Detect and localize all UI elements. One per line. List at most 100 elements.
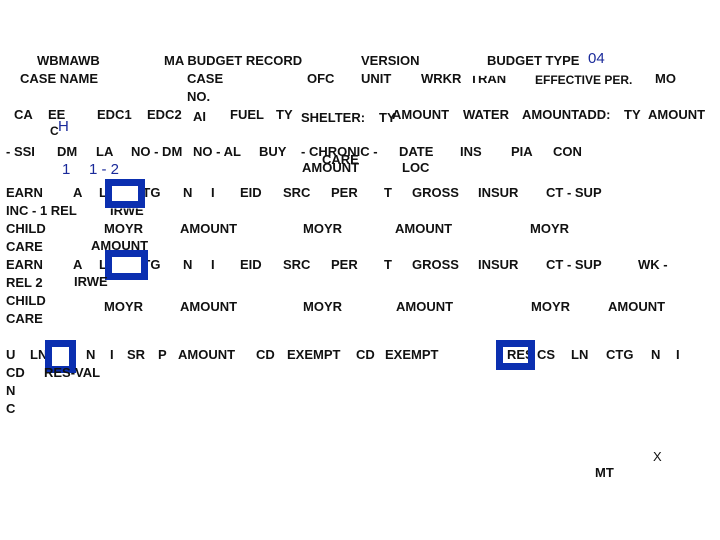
ins-label: INS bbox=[460, 144, 482, 159]
earn2-care-label: CARE bbox=[6, 311, 43, 326]
side-n-label: N bbox=[6, 383, 16, 398]
earn2-insur-label: INSUR bbox=[478, 257, 519, 272]
cd-exempt2-cd-label: CD bbox=[356, 347, 375, 362]
res-val-label: RES-VAL bbox=[44, 365, 101, 380]
cd-exempt1-label: EXEMPT bbox=[287, 347, 341, 362]
cd-exempt1-cd-label: CD bbox=[256, 347, 275, 362]
budget-type-label: BUDGET TYPE bbox=[487, 53, 580, 68]
earn2-wk-label: WK - bbox=[638, 257, 668, 272]
earn2-label: EARN bbox=[6, 257, 43, 272]
unearned-i2-label: I bbox=[676, 347, 680, 362]
effective-per-label: EFFECTIVE PER. bbox=[535, 73, 633, 87]
earn1-t-label: T bbox=[384, 185, 392, 200]
dm-value[interactable]: 1 bbox=[62, 162, 70, 177]
earn1-moyr2-label: MOYR bbox=[303, 221, 342, 236]
earn2-n-label: N bbox=[183, 257, 193, 272]
earn2-i-label: I bbox=[211, 257, 215, 272]
care-amount-label: AMOUNT bbox=[302, 160, 360, 175]
x-marker: X bbox=[653, 449, 662, 464]
earn1-ct-sup-label: CT - SUP bbox=[546, 185, 602, 200]
case-label: CASE bbox=[187, 71, 224, 86]
edc2-label: EDC2 bbox=[147, 107, 182, 122]
version-label: VERSION bbox=[361, 53, 420, 68]
no-dm-label: NO - DM bbox=[131, 144, 183, 159]
ssi-label: - SSI bbox=[6, 144, 35, 159]
la-value[interactable]: 1 - 2 bbox=[89, 162, 119, 177]
fuel-ty-label: TY bbox=[276, 107, 293, 122]
earn1-moyr3-label: MOYR bbox=[530, 221, 569, 236]
rel2-label: REL 2 bbox=[6, 275, 43, 290]
mt-label: MT bbox=[595, 465, 614, 480]
earn1-src-label: SRC bbox=[283, 185, 311, 200]
shelter-amount-label: AMOUNT bbox=[392, 107, 450, 122]
earn2-irwe-label: IRWE bbox=[74, 274, 108, 289]
date-label: DATE bbox=[399, 144, 434, 159]
earn1-moyr1-label: MOYR bbox=[104, 221, 143, 236]
earn2-ln-input[interactable] bbox=[105, 250, 148, 280]
budget-type-value[interactable]: 04 bbox=[588, 51, 605, 66]
unearned-u-label: U bbox=[6, 347, 16, 362]
wrkr-label: WRKR bbox=[421, 71, 462, 86]
earn2-eid-label: EID bbox=[240, 257, 262, 272]
water-amount-label: AMOUNT bbox=[522, 107, 580, 122]
earn1-insur-label: INSUR bbox=[478, 185, 519, 200]
earn1-label: EARN bbox=[6, 185, 43, 200]
earn2-amount1-label: AMOUNT bbox=[180, 299, 238, 314]
earn2-child-label: CHILD bbox=[6, 293, 46, 308]
unearned-p-label: P bbox=[158, 347, 167, 362]
edc1-label: EDC1 bbox=[97, 107, 132, 122]
pia-label: PIA bbox=[511, 144, 533, 159]
unearned-amount-label: AMOUNT bbox=[178, 347, 236, 362]
ofc-label: OFC bbox=[307, 71, 335, 86]
buy-label: BUY bbox=[259, 144, 287, 159]
ai-label: AI bbox=[193, 109, 206, 124]
inc-rel-label: INC - 1 REL bbox=[6, 203, 77, 218]
unearned-i-label: I bbox=[110, 347, 114, 362]
loc-label: LOC bbox=[402, 160, 430, 175]
earn2-per-label: PER bbox=[331, 257, 358, 272]
earn1-care-label: CARE bbox=[6, 239, 43, 254]
earn1-i-label: I bbox=[211, 185, 215, 200]
unearned-n-label: N bbox=[86, 347, 96, 362]
add-label: ADD: bbox=[578, 107, 611, 122]
earn1-amount1-label: AMOUNT bbox=[180, 221, 238, 236]
earn1-gross-label: GROSS bbox=[412, 185, 459, 200]
earn1-n-label: N bbox=[183, 185, 193, 200]
cd-label: CD bbox=[6, 365, 25, 380]
unearned-ln2-label: LN bbox=[571, 347, 589, 362]
fuel-label: FUEL bbox=[230, 107, 264, 122]
unit-label: UNIT bbox=[361, 71, 392, 86]
dm-label: DM bbox=[57, 144, 78, 159]
ca-label: CA bbox=[14, 107, 33, 122]
earn1-a-label: A bbox=[73, 185, 83, 200]
ee-value[interactable]: H bbox=[58, 119, 69, 134]
earn2-src-label: SRC bbox=[283, 257, 311, 272]
add-ty-label: TY bbox=[624, 107, 641, 122]
res-input[interactable] bbox=[496, 340, 535, 370]
tran-label: TRAN bbox=[470, 71, 507, 86]
no-al-label: NO - AL bbox=[193, 144, 241, 159]
shelter-label: SHELTER: bbox=[301, 110, 366, 125]
unearned-sr-label: SR bbox=[127, 347, 146, 362]
earn1-per-label: PER bbox=[331, 185, 358, 200]
earn1-ln-input[interactable] bbox=[105, 179, 145, 208]
earn2-ct-sup-label: CT - SUP bbox=[546, 257, 602, 272]
unearned-ctg-label: CTG bbox=[606, 347, 634, 362]
case-name-label: CASE NAME bbox=[20, 71, 99, 86]
earn2-moyr1-label: MOYR bbox=[104, 299, 143, 314]
cd-exempt2-label: EXEMPT bbox=[385, 347, 439, 362]
earn1-amount2-label: AMOUNT bbox=[395, 221, 453, 236]
earn2-moyr3-label: MOYR bbox=[531, 299, 570, 314]
case-no-label: NO. bbox=[187, 89, 211, 104]
add-amount-label: AMOUNT bbox=[648, 107, 706, 122]
water-label: WATER bbox=[463, 107, 509, 122]
con-label: CON bbox=[553, 144, 582, 159]
earn2-moyr2-label: MOYR bbox=[303, 299, 342, 314]
earn2-t-label: T bbox=[384, 257, 392, 272]
side-c-label: C bbox=[6, 401, 16, 416]
unearned-n2-label: N bbox=[651, 347, 661, 362]
earn1-eid-label: EID bbox=[240, 185, 262, 200]
earn2-amount2-label: AMOUNT bbox=[396, 299, 454, 314]
mo-label: MO bbox=[655, 71, 676, 86]
earn1-child-label: CHILD bbox=[6, 221, 46, 236]
